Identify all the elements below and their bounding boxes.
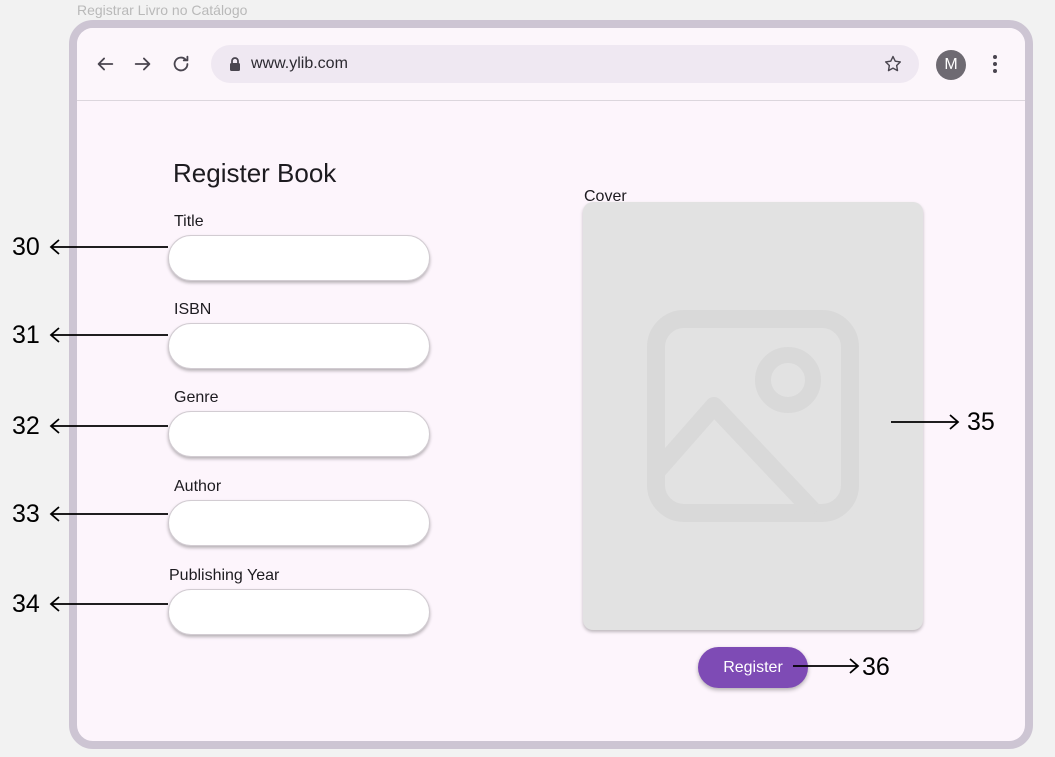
genre-label: Genre bbox=[174, 389, 219, 406]
url-text: www.ylib.com bbox=[251, 55, 348, 72]
genre-input[interactable] bbox=[168, 411, 430, 457]
window-caption: Registrar Livro no Catálogo bbox=[77, 2, 248, 18]
callout-32: 32 bbox=[12, 412, 40, 440]
avatar-initial: M bbox=[944, 56, 958, 73]
browser-window: www.ylib.com M Register Book Title ISBN … bbox=[69, 20, 1033, 749]
callout-arrow-36 bbox=[793, 658, 860, 674]
isbn-input[interactable] bbox=[168, 323, 430, 369]
image-placeholder-icon bbox=[647, 310, 859, 522]
reload-icon[interactable] bbox=[168, 51, 194, 77]
page-title: Register Book bbox=[173, 158, 337, 188]
lock-icon bbox=[227, 56, 243, 77]
callout-arrow-34 bbox=[49, 596, 168, 612]
more-vert-icon[interactable] bbox=[983, 52, 1007, 81]
arrow-forward-icon[interactable] bbox=[130, 51, 156, 77]
author-input[interactable] bbox=[168, 500, 430, 546]
callout-arrow-30 bbox=[49, 239, 168, 255]
callout-33: 33 bbox=[12, 500, 40, 528]
title-label: Title bbox=[174, 213, 204, 230]
callout-36: 36 bbox=[862, 653, 890, 681]
callout-arrow-32 bbox=[49, 418, 168, 434]
author-label: Author bbox=[174, 478, 222, 495]
publishing-year-input[interactable] bbox=[168, 589, 430, 635]
address-bar[interactable]: www.ylib.com bbox=[211, 45, 919, 83]
title-input[interactable] bbox=[168, 235, 430, 281]
callout-34: 34 bbox=[12, 590, 40, 618]
cover-upload[interactable] bbox=[583, 202, 923, 630]
browser-toolbar: www.ylib.com M bbox=[77, 28, 1025, 101]
avatar[interactable]: M bbox=[936, 50, 966, 80]
callout-35: 35 bbox=[967, 408, 995, 436]
callout-31: 31 bbox=[12, 321, 40, 349]
star-icon[interactable] bbox=[883, 54, 903, 79]
callout-arrow-35 bbox=[891, 414, 960, 430]
publishing-year-label: Publishing Year bbox=[169, 567, 280, 584]
callout-arrow-33 bbox=[49, 506, 168, 522]
isbn-label: ISBN bbox=[174, 301, 212, 318]
arrow-back-icon[interactable] bbox=[92, 51, 118, 77]
callout-arrow-31 bbox=[49, 327, 168, 343]
callout-30: 30 bbox=[12, 233, 40, 261]
